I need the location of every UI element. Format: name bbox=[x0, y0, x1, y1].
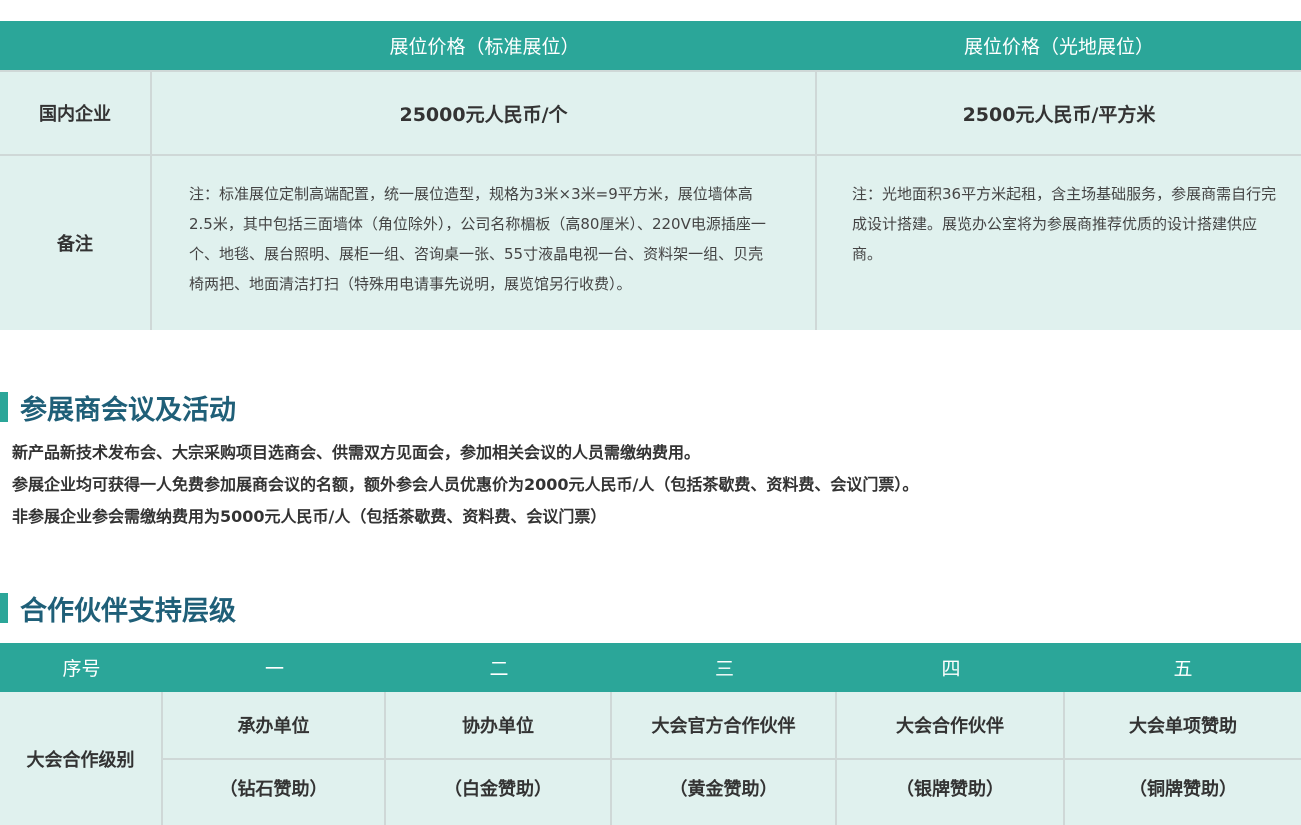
meetings-description: 新产品新技术发布会、大宗采购项目选商会、供需双方见面会，参加相关会议的人员需缴纳… bbox=[12, 439, 1292, 535]
header-cell-3: 三 bbox=[714, 658, 734, 680]
tier-level: （铜牌赞助） bbox=[1129, 778, 1237, 800]
paragraph: 参展企业均可获得一人免费参加展商会议的名额，额外参会人员优惠价为2000元人民币… bbox=[12, 475, 919, 494]
partner-tier-table: 序号 一 二 三 四 五 大会合作级别 承办单位 （钻石赞助） 协办单位 （白金… bbox=[0, 643, 1301, 825]
tier-name: 大会单项赞助 bbox=[1065, 692, 1301, 760]
header-cell-raw-space: 展位价格（光地展位） bbox=[963, 36, 1154, 58]
tier-column: 大会单项赞助 （铜牌赞助） bbox=[1065, 692, 1301, 825]
tier-level: （黄金赞助） bbox=[669, 778, 778, 800]
section-heading-meetings: 参展商会议及活动 bbox=[0, 389, 236, 426]
paragraph: 新产品新技术发布会、大宗采购项目选商会、供需双方见面会，参加相关会议的人员需缴纳… bbox=[12, 443, 701, 462]
tier-table-header: 序号 一 二 三 四 五 bbox=[0, 643, 1301, 692]
tier-column: 承办单位 （钻石赞助） bbox=[163, 692, 386, 825]
tier-name: 大会官方合作伙伴 bbox=[612, 692, 835, 760]
row-label: 备注 bbox=[0, 156, 152, 330]
tier-name: 协办单位 bbox=[386, 692, 610, 760]
paragraph: 非参展企业参会需缴纳费用为5000元人民币/人（包括茶歇费、资料费、会议门票） bbox=[12, 507, 607, 526]
tier-level: （银牌赞助） bbox=[896, 778, 1004, 800]
header-cell-1: 一 bbox=[264, 658, 284, 680]
booth-price-table: 展位价格（标准展位） 展位价格（光地展位） 国内企业 25000元人民币/个 2… bbox=[0, 21, 1301, 330]
heading-text: 合作伙伴支持层级 bbox=[20, 595, 236, 627]
table-row-domestic: 国内企业 25000元人民币/个 2500元人民币/平方米 bbox=[0, 70, 1301, 154]
heading-text: 参展商会议及活动 bbox=[20, 394, 236, 426]
header-cell-4: 四 bbox=[941, 658, 961, 680]
raw-space-note: 注：光地面积36平方米起租，含主场基础服务，参展商需自行完成设计搭建。展览办公室… bbox=[852, 185, 1277, 263]
tier-column: 大会合作伙伴 （银牌赞助） bbox=[837, 692, 1065, 825]
heading-accent-bar bbox=[0, 593, 8, 623]
header-cell-5: 五 bbox=[1173, 658, 1193, 680]
header-cell-standard: 展位价格（标准展位） bbox=[389, 36, 580, 58]
standard-note: 注：标准展位定制高端配置，统一展位造型，规格为3米×3米=9平方米，展位墙体高2… bbox=[152, 156, 817, 330]
row-label: 国内企业 bbox=[0, 72, 152, 154]
section-heading-partners: 合作伙伴支持层级 bbox=[0, 590, 236, 627]
tier-column: 协办单位 （白金赞助） bbox=[386, 692, 612, 825]
row-label: 大会合作级别 bbox=[0, 692, 163, 825]
tier-name: 大会合作伙伴 bbox=[837, 692, 1063, 760]
tier-name: 承办单位 bbox=[163, 692, 384, 760]
header-cell-index: 序号 bbox=[62, 658, 101, 680]
tier-level: （钻石赞助） bbox=[219, 778, 328, 800]
tier-level: （白金赞助） bbox=[444, 778, 552, 800]
raw-space-price: 2500元人民币/平方米 bbox=[962, 103, 1156, 126]
tier-table-body: 大会合作级别 承办单位 （钻石赞助） 协办单位 （白金赞助） 大会官方合作伙伴 … bbox=[0, 692, 1301, 825]
header-cell-empty bbox=[0, 21, 152, 70]
header-cell-2: 二 bbox=[489, 658, 509, 680]
tier-column: 大会官方合作伙伴 （黄金赞助） bbox=[612, 692, 837, 825]
heading-accent-bar bbox=[0, 392, 8, 422]
standard-price: 25000元人民币/个 bbox=[152, 72, 817, 154]
price-table-header: 展位价格（标准展位） 展位价格（光地展位） bbox=[0, 21, 1301, 70]
table-row-notes: 备注 注：标准展位定制高端配置，统一展位造型，规格为3米×3米=9平方米，展位墙… bbox=[0, 154, 1301, 330]
